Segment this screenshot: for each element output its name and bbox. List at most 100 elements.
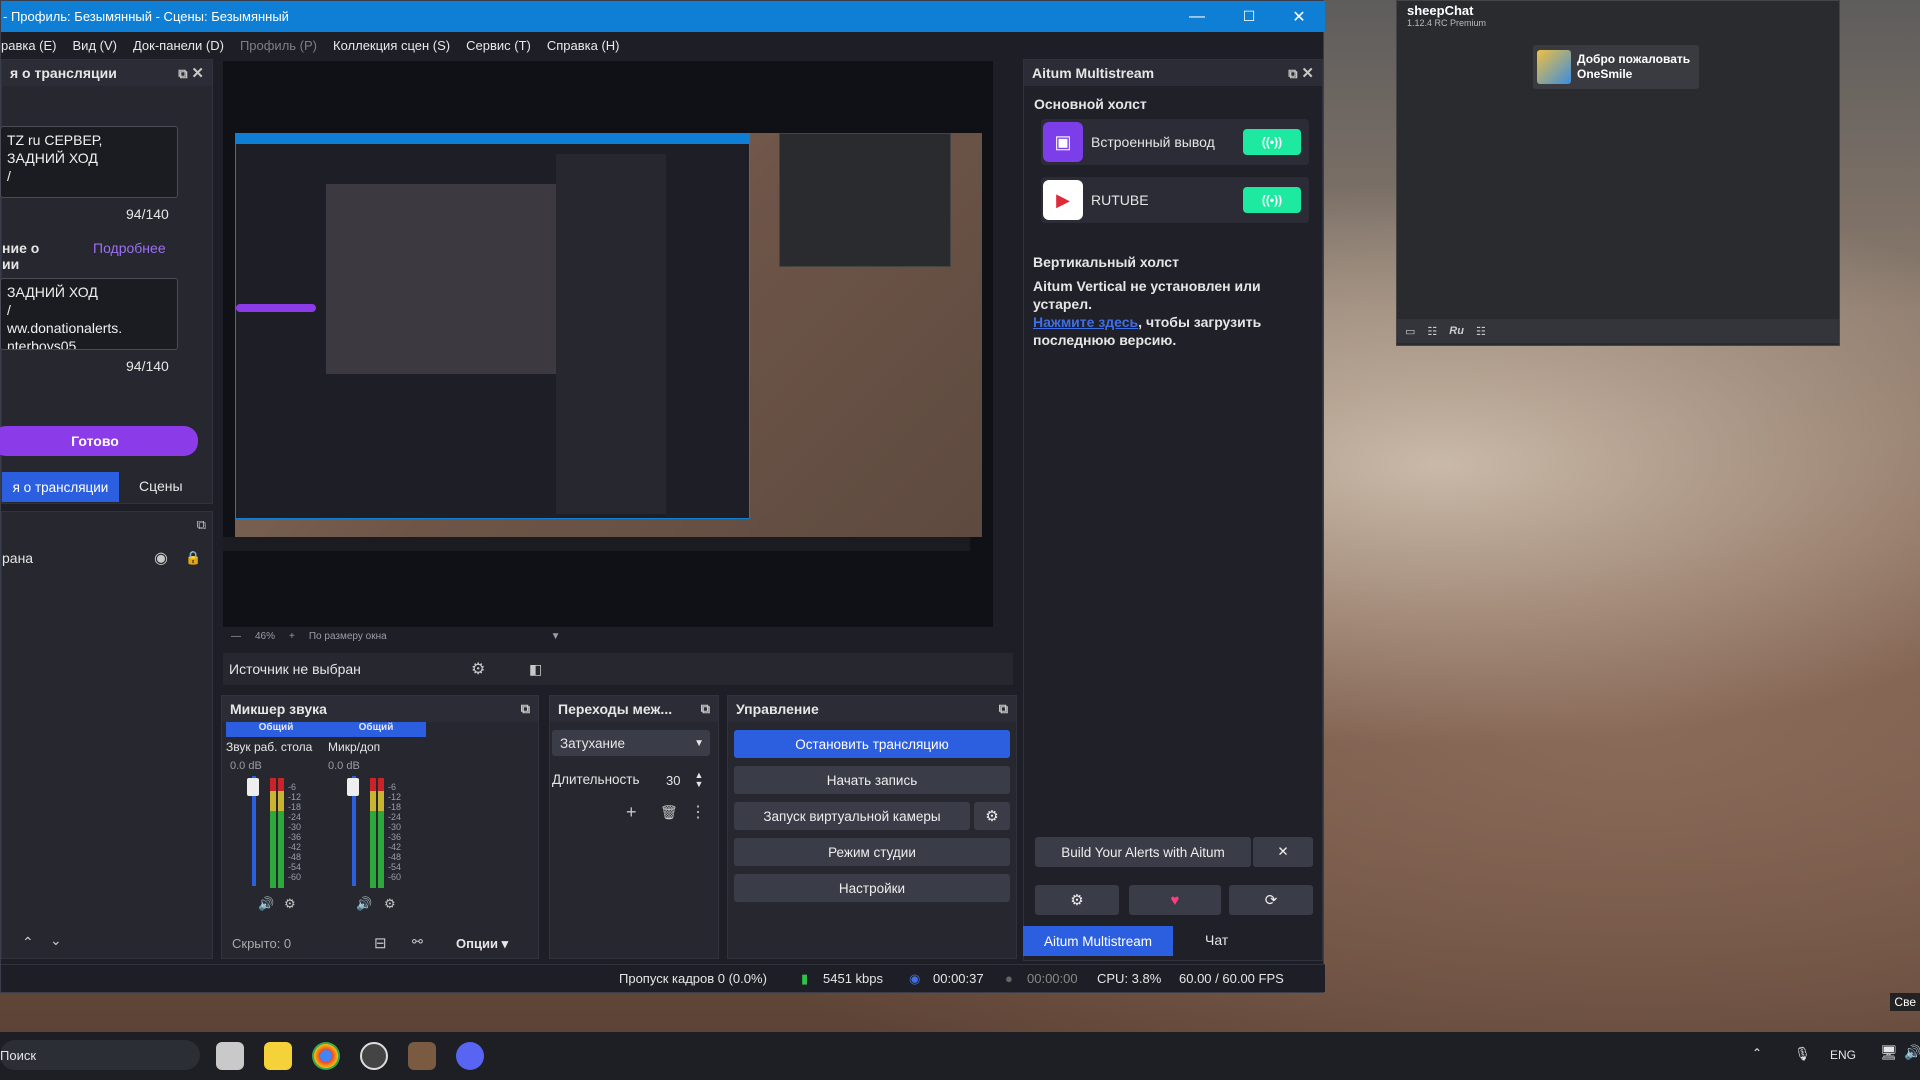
dropped-frames: Пропуск кадров 0 (0.0%): [619, 971, 767, 986]
close-dock-icon[interactable]: ✕: [1301, 64, 1314, 82]
gear-icon[interactable]: ⚙: [471, 659, 485, 679]
builtin-stream-toggle[interactable]: ((•)): [1243, 129, 1301, 155]
trash-icon[interactable]: 🗑: [660, 804, 678, 821]
vertical-notice: Aitum Vertical не установлен или устарел…: [1033, 278, 1261, 312]
done-button[interactable]: Готово: [0, 426, 198, 456]
ch1-name[interactable]: Звук раб. стола: [226, 740, 312, 754]
alerts-button[interactable]: Build Your Alerts with Aitum: [1035, 837, 1251, 867]
more-icon[interactable]: ⋮: [690, 802, 706, 822]
volume-icon[interactable]: 🔊: [1904, 1044, 1920, 1061]
chrome-icon[interactable]: [312, 1042, 340, 1070]
alerts-close-icon[interactable]: ✕: [1253, 837, 1313, 867]
start-recording-button[interactable]: Начать запись: [734, 766, 1010, 794]
cpu-usage: CPU: 3.8%: [1097, 971, 1162, 986]
virtual-camera-button[interactable]: Запуск виртуальной камеры: [734, 802, 970, 830]
chat-message: Добро пожаловать OneSmile: [1533, 45, 1699, 89]
stream-time: 00:00:37: [933, 971, 984, 986]
zoom-in-icon[interactable]: +: [289, 631, 295, 642]
title-input[interactable]: TZ ru СЕРВЕР, ЗАДНИЙ ХОД /: [0, 126, 178, 198]
discord-icon[interactable]: ⟳: [1229, 885, 1313, 915]
stop-stream-button[interactable]: Остановить трансляцию: [734, 730, 1010, 758]
move-down-icon[interactable]: ⌄: [50, 932, 62, 949]
mixer-layout-icon[interactable]: ⊟: [374, 934, 387, 952]
menu-view[interactable]: Вид (V): [73, 38, 117, 53]
filter-icon[interactable]: ◧: [529, 661, 542, 678]
lock-icon[interactable]: 🔒: [185, 550, 201, 566]
mixer-title: Микшер звука: [230, 701, 327, 717]
studio-mode-button[interactable]: Режим студии: [734, 838, 1010, 866]
obs-icon[interactable]: [360, 1042, 388, 1070]
description-input[interactable]: ЗАДНИЙ ХОД / ww.donationalerts. nterboys…: [0, 278, 178, 350]
settings-button[interactable]: Настройки: [734, 874, 1010, 902]
float-icon[interactable]: ⧉: [197, 516, 206, 534]
zoom-fit[interactable]: По размеру окна: [309, 631, 387, 642]
menu-edit[interactable]: равка (E): [1, 38, 57, 53]
menu-help[interactable]: Справка (H): [547, 38, 620, 53]
settings-icon[interactable]: ☷: [1476, 325, 1486, 338]
ch2-scale: -6 -12 -18 -24 -30 -36 -42 -48 -54 -60: [388, 782, 402, 882]
tab-chat[interactable]: Чат: [1205, 932, 1228, 948]
heart-icon[interactable]: ♥: [1129, 885, 1221, 915]
add-icon[interactable]: +: [626, 802, 637, 823]
language-toggle[interactable]: Ru: [1449, 325, 1464, 337]
menu-scene-collection[interactable]: Коллекция сцен (S): [333, 38, 450, 53]
maximize-button[interactable]: ☐: [1223, 1, 1275, 32]
tab-aitum[interactable]: Aitum Multistream: [1023, 926, 1173, 956]
ch1-volume-handle[interactable]: [247, 778, 259, 796]
record-icon: ●: [1005, 971, 1013, 986]
taskbar-search[interactable]: Поиск: [0, 1040, 200, 1070]
rutube-stream-toggle[interactable]: ((•)): [1243, 187, 1301, 213]
ch2-name[interactable]: Микр/доп: [328, 740, 380, 754]
ch2-volume-handle[interactable]: [347, 778, 359, 796]
menu-docks[interactable]: Док-панели (D): [133, 38, 224, 53]
ch2-speaker-icon[interactable]: 🔊: [356, 896, 372, 912]
title-counter: 94/140: [126, 206, 169, 222]
menu-profile[interactable]: Профиль (P): [240, 38, 317, 53]
transition-select[interactable]: Затухание ▼: [552, 730, 710, 756]
ch1-settings-icon[interactable]: ⚙: [284, 896, 296, 912]
ch1-meter: [270, 778, 276, 888]
float-icon[interactable]: ⧉: [999, 701, 1008, 717]
close-dock-icon[interactable]: ✕: [191, 64, 204, 82]
source-item[interactable]: рана ◉ 🔒: [2, 545, 212, 571]
preview-area[interactable]: [223, 61, 993, 627]
tab-stream-info[interactable]: я о трансляции: [2, 472, 119, 502]
language-indicator[interactable]: ENG: [1830, 1048, 1856, 1062]
files-icon[interactable]: [264, 1042, 292, 1070]
minimize-button[interactable]: —: [1171, 1, 1223, 32]
more-link[interactable]: Подробнее: [93, 240, 166, 256]
ch2-settings-icon[interactable]: ⚙: [384, 896, 396, 912]
discord-app-icon[interactable]: [456, 1042, 484, 1070]
chevron-down-icon[interactable]: ▼: [551, 631, 561, 642]
game-icon[interactable]: [408, 1042, 436, 1070]
duration-input[interactable]: 30 ▲ ▼: [662, 768, 712, 792]
sheepchat-version: 1.12.4 RC Premium: [1407, 18, 1487, 28]
task-view-icon[interactable]: [216, 1042, 244, 1070]
float-icon[interactable]: ⧉: [701, 701, 710, 717]
move-up-icon[interactable]: ⌃: [22, 934, 34, 951]
aitum-gear-icon[interactable]: ⚙: [1035, 885, 1119, 915]
network-icon[interactable]: 🖥: [1880, 1044, 1898, 1061]
link-icon[interactable]: ⚯: [412, 934, 423, 950]
zoom-out-icon[interactable]: —: [231, 631, 241, 642]
rutube-label: RUTUBE: [1091, 192, 1149, 208]
float-icon[interactable]: ⧉: [1288, 66, 1297, 82]
no-source-label: Источник не выбран: [229, 661, 361, 677]
sheepchat-toolbar: ▭ ☷ Ru ☷: [1397, 319, 1839, 343]
sheepchat-header: sheepChat 1.12.4 RC Premium: [1397, 1, 1839, 33]
chat-icon[interactable]: ▭: [1405, 325, 1415, 338]
vcam-gear-icon[interactable]: ⚙: [974, 802, 1010, 830]
preview-zoom-bar: — 46% + По размеру окна ▼: [223, 627, 993, 645]
eye-icon[interactable]: ◉: [154, 548, 168, 568]
ch1-speaker-icon[interactable]: 🔊: [258, 896, 274, 912]
close-button[interactable]: ✕: [1273, 1, 1325, 32]
float-icon[interactable]: ⧉: [178, 66, 187, 82]
users-icon[interactable]: ☷: [1427, 325, 1437, 338]
options-menu[interactable]: Опции ▾: [456, 936, 508, 952]
float-icon[interactable]: ⧉: [521, 701, 530, 717]
download-link[interactable]: Нажмите здесь: [1033, 314, 1138, 330]
mic-icon[interactable]: 🎙: [1794, 1046, 1811, 1062]
menu-tools[interactable]: Сервис (T): [466, 38, 531, 53]
tray-chevron-icon[interactable]: ⌃: [1752, 1046, 1762, 1060]
tab-scenes[interactable]: Сцены: [139, 478, 183, 494]
